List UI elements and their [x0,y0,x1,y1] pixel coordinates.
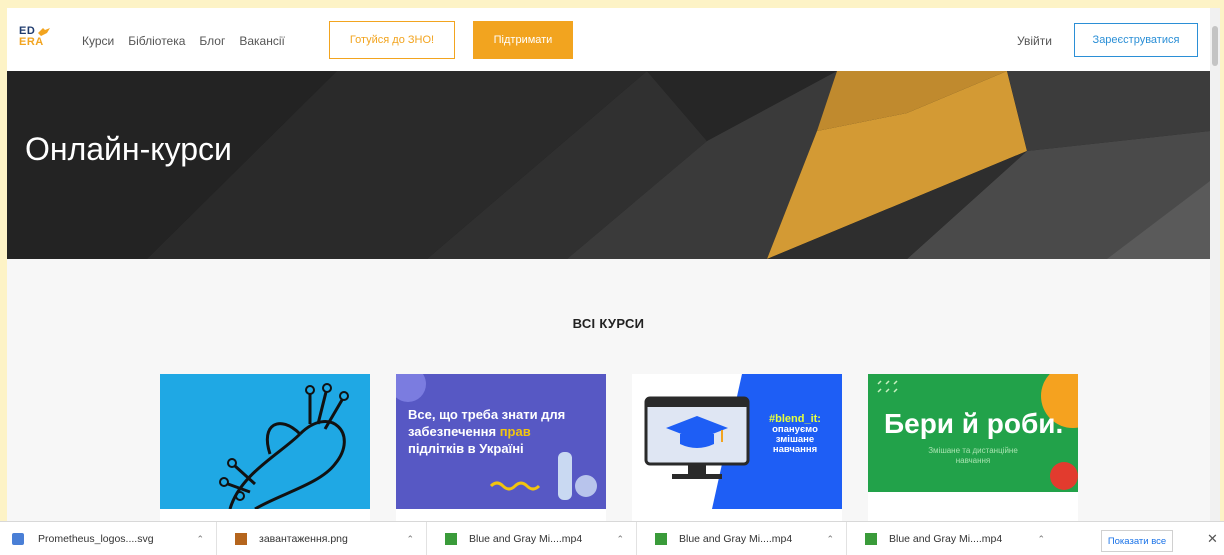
course-card-image: Все, що треба знати для забезпечення пра… [396,374,606,509]
card-title-highlight: прав [499,424,531,439]
show-all-downloads-button[interactable]: Показати все [1101,530,1173,552]
course-card-image: Бери й роби. Змішане та дистанційне навч… [868,374,1078,492]
video-file-icon [655,533,667,545]
flower-line-art-icon [219,383,349,509]
page-title: Онлайн-курси [25,131,232,167]
card-title-line3: підлітків в Україні [408,441,524,456]
download-filename: завантаження.png [259,533,348,545]
card-title-line1: Все, що треба знати для [408,407,566,422]
download-item[interactable]: Prometheus_logos....svg ⌃ [0,522,217,555]
site-header: ED ERA Курси Бібліотека Блог Вакансії Го… [7,8,1210,71]
card-title-line2a: забезпечення [408,424,500,439]
nav-library[interactable]: Бібліотека [128,34,185,48]
chevron-up-icon[interactable]: ⌃ [1037,534,1045,545]
course-card[interactable]: Бери й роби. Змішане та дистанційне навч… [868,374,1078,521]
course-card-image: #blend_it: опануємо змішане навчання [632,374,842,509]
nav-courses[interactable]: Курси [82,34,114,48]
page-scrollbar[interactable] [1210,8,1220,521]
chevron-up-icon[interactable]: ⌃ [196,534,204,545]
nav-blog[interactable]: Блог [199,34,225,48]
download-item[interactable]: Blue and Gray Mi....mp4 ⌃ [847,522,1057,555]
chevron-up-icon[interactable]: ⌃ [406,534,414,545]
register-button[interactable]: Зареєструватися [1074,23,1198,57]
card-subtitle: Змішане та дистанційне навчання [928,446,1018,465]
nav-vacancies[interactable]: Вакансії [239,34,285,48]
svg-file-icon [12,533,24,545]
download-filename: Prometheus_logos....svg [38,533,154,545]
card-tag-line3: навчання [772,444,818,455]
image-file-icon [235,533,247,545]
downloads-bar: Prometheus_logos....svg ⌃ завантаження.p… [0,521,1224,555]
login-link[interactable]: Увійти [1017,34,1052,48]
chevron-up-icon[interactable]: ⌃ [826,534,834,545]
chevron-up-icon[interactable]: ⌃ [616,534,624,545]
zno-button[interactable]: Готуйся до ЗНО! [329,21,455,59]
main-nav: Курси Бібліотека Блог Вакансії [82,34,285,48]
download-item[interactable]: Blue and Gray Mi....mp4 ⌃ [637,522,847,555]
edera-logo[interactable]: ED ERA [19,26,61,54]
support-button[interactable]: Підтримати [473,21,573,59]
card-tag: #blend_it: опануємо змішане навчання [758,414,832,455]
logo-era-text: ERA [19,36,44,48]
close-icon[interactable]: ✕ [1207,531,1218,547]
video-file-icon [445,533,457,545]
scrollbar-thumb[interactable] [1212,26,1218,66]
hero-banner: Онлайн-курси [7,71,1210,259]
course-card-image [160,374,370,509]
download-filename: Blue and Gray Mi....mp4 [469,533,583,545]
card-headline: Бери й роби. [884,408,1064,439]
course-card[interactable]: Все, що треба знати для забезпечення пра… [396,374,606,521]
card-title: Все, що треба знати для забезпечення пра… [408,406,598,457]
logo-hand-icon [38,28,50,36]
course-card[interactable] [160,374,370,521]
download-filename: Blue and Gray Mi....mp4 [679,533,793,545]
all-courses-heading: ВСІ КУРСИ [572,316,645,331]
course-card[interactable]: #blend_it: опануємо змішане навчання [632,374,842,521]
download-filename: Blue and Gray Mi....mp4 [889,533,1003,545]
page-viewport: ED ERA Курси Бібліотека Блог Вакансії Го… [7,8,1210,521]
download-item[interactable]: завантаження.png ⌃ [217,522,427,555]
download-item[interactable]: Blue and Gray Mi....mp4 ⌃ [427,522,637,555]
video-file-icon [865,533,877,545]
